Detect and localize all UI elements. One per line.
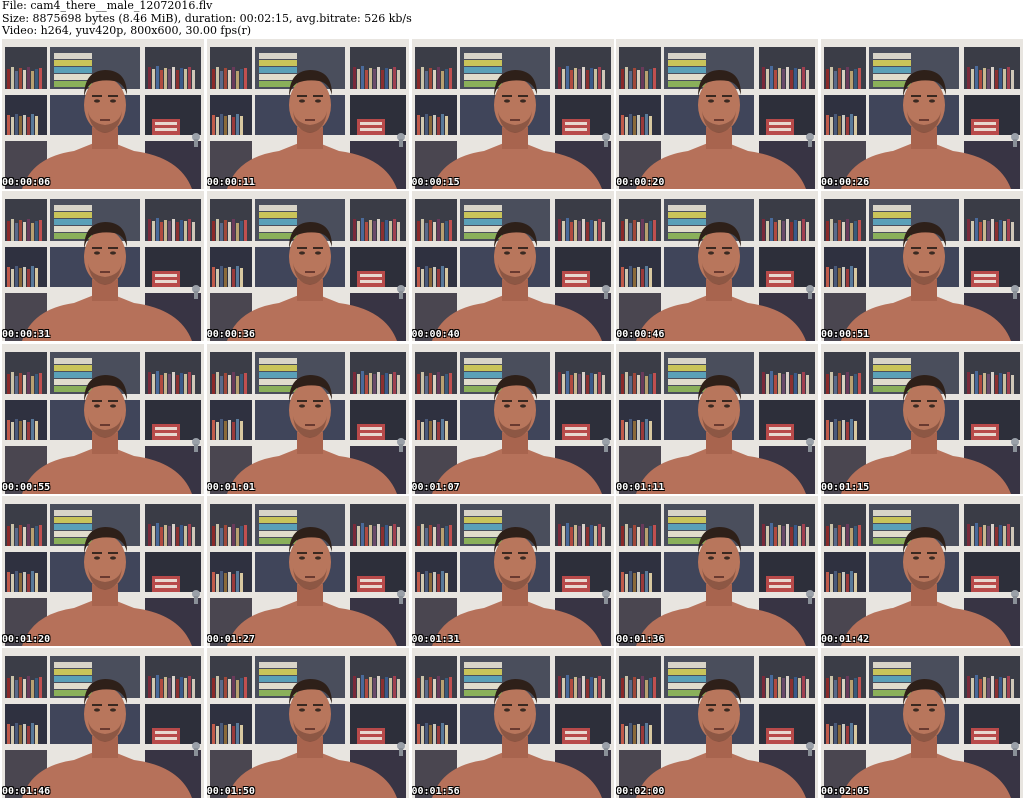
timestamp-label: 00:00:55 <box>2 481 51 493</box>
video-thumbnail[interactable]: 00:01:31 <box>411 495 614 646</box>
video-thumbnail[interactable]: 00:02:05 <box>821 648 1023 798</box>
video-thumbnail[interactable]: 00:00:20 <box>616 39 819 189</box>
timestamp-label: 00:02:05 <box>821 786 870 797</box>
timestamp-label: 00:01:46 <box>2 786 51 797</box>
timestamp-label: 00:01:27 <box>206 633 255 645</box>
timestamp-label: 00:00:31 <box>2 329 51 341</box>
frame-image <box>821 343 1023 494</box>
frame-image <box>821 648 1023 798</box>
video-thumbnail[interactable]: 00:01:15 <box>821 343 1023 494</box>
timestamp-label: 00:00:40 <box>411 329 460 341</box>
frame-image <box>411 648 614 798</box>
frame-image <box>821 495 1023 646</box>
timestamp-label: 00:01:31 <box>411 633 460 645</box>
video-thumbnail[interactable]: 00:01:27 <box>206 495 409 646</box>
video-thumbnail[interactable]: 00:01:36 <box>616 495 819 646</box>
timestamp-label: 00:00:15 <box>411 177 460 188</box>
frame-image <box>2 648 204 798</box>
frame-image <box>411 39 614 189</box>
file-name-line: File: cam4_there__male_12072016.flv <box>2 0 213 12</box>
video-thumbnail[interactable]: 00:01:07 <box>411 343 614 494</box>
video-thumbnail[interactable]: 00:01:20 <box>2 495 204 646</box>
thumbnail-grid: 00:00:06 00:00:11 00:00:15 00:00:20 00:0… <box>2 39 1023 798</box>
frame-image <box>206 39 409 189</box>
timestamp-label: 00:00:06 <box>2 177 51 188</box>
frame-image <box>411 343 614 494</box>
frame-image <box>206 495 409 646</box>
frame-image <box>2 343 204 494</box>
timestamp-label: 00:02:00 <box>616 786 665 797</box>
video-thumbnail[interactable]: 00:00:55 <box>2 343 204 494</box>
timestamp-label: 00:01:01 <box>206 481 255 493</box>
video-thumbnail[interactable]: 00:00:31 <box>2 191 204 342</box>
frame-image <box>411 191 614 342</box>
video-thumbnail[interactable]: 00:01:01 <box>206 343 409 494</box>
timestamp-label: 00:00:26 <box>821 177 870 188</box>
frame-image <box>616 495 819 646</box>
timestamp-label: 00:01:07 <box>411 481 460 493</box>
frame-image <box>2 495 204 646</box>
frame-image <box>616 191 819 342</box>
video-thumbnail[interactable]: 00:02:00 <box>616 648 819 798</box>
frame-image <box>411 495 614 646</box>
video-thumbnail[interactable]: 00:01:11 <box>616 343 819 494</box>
video-thumbnail[interactable]: 00:00:11 <box>206 39 409 189</box>
video-thumbnail[interactable]: 00:01:50 <box>206 648 409 798</box>
video-thumbnail[interactable]: 00:00:06 <box>2 39 204 189</box>
video-thumbnail[interactable]: 00:00:26 <box>821 39 1023 189</box>
frame-image <box>2 39 204 189</box>
video-thumbnail[interactable]: 00:00:51 <box>821 191 1023 342</box>
video-thumbnail[interactable]: 00:00:36 <box>206 191 409 342</box>
timestamp-label: 00:00:11 <box>206 177 255 188</box>
video-thumbnail[interactable]: 00:01:42 <box>821 495 1023 646</box>
timestamp-label: 00:00:46 <box>616 329 665 341</box>
video-thumbnail[interactable]: 00:00:15 <box>411 39 614 189</box>
video-info-line: Video: h264, yuv420p, 800x600, 30.00 fps… <box>2 24 252 37</box>
file-info-header: File: cam4_there__male_12072016.flv Size… <box>2 0 1002 38</box>
timestamp-label: 00:00:20 <box>616 177 665 188</box>
timestamp-label: 00:00:36 <box>206 329 255 341</box>
timestamp-label: 00:01:11 <box>616 481 665 493</box>
frame-image <box>206 648 409 798</box>
timestamp-label: 00:01:15 <box>821 481 870 493</box>
frame-image <box>616 39 819 189</box>
frame-image <box>821 39 1023 189</box>
video-thumbnail[interactable]: 00:00:46 <box>616 191 819 342</box>
video-thumbnail[interactable]: 00:00:40 <box>411 191 614 342</box>
video-thumbnail[interactable]: 00:01:56 <box>411 648 614 798</box>
timestamp-label: 00:01:50 <box>206 786 255 797</box>
frame-image <box>821 191 1023 342</box>
timestamp-label: 00:01:42 <box>821 633 870 645</box>
frame-image <box>2 191 204 342</box>
timestamp-label: 00:01:56 <box>411 786 460 797</box>
frame-image <box>616 343 819 494</box>
frame-image <box>616 648 819 798</box>
timestamp-label: 00:00:51 <box>821 329 870 341</box>
timestamp-label: 00:01:36 <box>616 633 665 645</box>
frame-image <box>206 343 409 494</box>
frame-image <box>206 191 409 342</box>
timestamp-label: 00:01:20 <box>2 633 51 645</box>
video-thumbnail[interactable]: 00:01:46 <box>2 648 204 798</box>
